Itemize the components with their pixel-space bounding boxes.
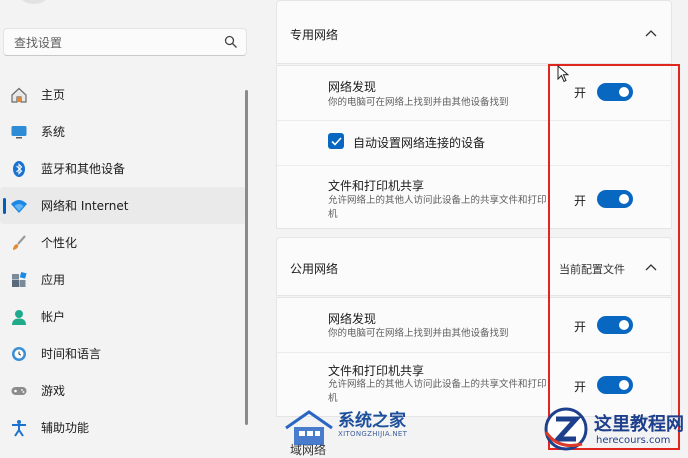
toggle-state-label: 开	[574, 380, 587, 394]
setting-desc: 你的电脑可在网络上找到并由其他设备找到	[328, 97, 509, 108]
system-icon	[9, 122, 29, 142]
avatar[interactable]	[14, 0, 54, 4]
nav-item-label: 主页	[41, 88, 66, 102]
watermark-brand: 系统之家	[338, 411, 406, 431]
auto-setup-checkbox[interactable]	[328, 133, 344, 149]
checkbox-label: 自动设置网络连接的设备	[353, 136, 486, 150]
nav-item-system[interactable]: 系统	[0, 113, 246, 150]
nav-item-time-language[interactable]: 时间和语言	[0, 335, 246, 372]
house-logo-icon	[285, 410, 333, 445]
nav-item-home[interactable]: 主页	[0, 76, 246, 113]
nav-item-label: 蓝牙和其他设备	[41, 162, 126, 176]
nav-item-label: 辅助功能	[41, 421, 90, 435]
watermark-url: herecours.com	[596, 435, 671, 446]
nav-item-label: 游戏	[41, 384, 66, 398]
nav-item-network[interactable]: 网络和 Internet	[0, 187, 246, 224]
account-icon	[9, 307, 29, 327]
nav-item-apps[interactable]: 应用	[0, 261, 246, 298]
divider	[277, 165, 673, 166]
setting-desc: 你的电脑可在网络上找到并由其他设备找到	[328, 328, 509, 339]
main-content: 专用网络 网络发现 你的电脑可在网络上找到并由其他设备找到 开 自动设置网络连接…	[276, 0, 688, 453]
search-box[interactable]	[3, 28, 247, 56]
accessibility-icon	[9, 418, 29, 438]
nav-item-gaming[interactable]: 游戏	[0, 372, 246, 409]
nav-item-bluetooth[interactable]: 蓝牙和其他设备	[0, 150, 246, 187]
apps-icon	[9, 270, 29, 290]
toggle-state-label: 开	[574, 86, 587, 100]
bluetooth-icon	[9, 159, 29, 179]
nav-item-label: 系统	[41, 125, 66, 139]
network-discovery-toggle[interactable]	[597, 83, 633, 101]
watermark-url: XITONGZHIJIA.NET	[338, 430, 408, 438]
clock-globe-icon	[9, 344, 29, 364]
search-icon[interactable]	[224, 35, 238, 49]
setting-title: 文件和打印机共享	[328, 364, 425, 378]
section-title: 公用网络	[290, 262, 339, 276]
nav-item-accessibility[interactable]: 辅助功能	[0, 409, 246, 446]
nav-item-accounts[interactable]: 帐户	[0, 298, 246, 335]
setting-title: 网络发现	[328, 312, 377, 326]
sidebar: 主页 系统 蓝牙和其他设备 网络和 Internet 个性化	[0, 0, 260, 453]
public-network-body: 网络发现 你的电脑可在网络上找到并由其他设备找到 开 文件和打印机共享 允许网络…	[276, 297, 673, 417]
setting-title: 网络发现	[328, 80, 377, 94]
search-input[interactable]	[12, 33, 216, 53]
current-profile-label: 当前配置文件	[559, 263, 625, 276]
file-printer-sharing-toggle[interactable]	[597, 190, 633, 208]
chevron-up-icon[interactable]	[645, 29, 657, 37]
nav-item-label: 时间和语言	[41, 347, 102, 361]
divider	[277, 352, 673, 353]
z-logo-icon	[544, 407, 588, 451]
watermark-herecours: 这里教程网 herecours.com	[540, 405, 688, 453]
watermark-xitongzhijia: 系统之家 XITONGZHIJIA.NET	[282, 404, 417, 450]
nav-item-label: 网络和 Internet	[41, 199, 129, 213]
gamepad-icon	[9, 381, 29, 401]
sidebar-scrollbar[interactable]	[245, 90, 248, 425]
mouse-cursor-icon	[557, 65, 569, 83]
nav-item-personalization[interactable]: 个性化	[0, 224, 246, 261]
watermark-brand: 这里教程网	[594, 414, 684, 435]
nav-item-label: 应用	[41, 273, 66, 287]
nav-item-label: 帐户	[41, 310, 66, 324]
brush-icon	[9, 233, 29, 253]
divider	[277, 120, 673, 121]
checkmark-icon	[330, 136, 342, 146]
toggle-state-label: 开	[574, 320, 587, 334]
network-discovery-toggle[interactable]	[597, 316, 633, 334]
setting-desc: 允许网络上的其他人访问此设备上的共享文件和打印机	[328, 379, 547, 404]
home-icon	[9, 85, 29, 105]
setting-title: 文件和打印机共享	[328, 179, 425, 193]
nav-list: 主页 系统 蓝牙和其他设备 网络和 Internet 个性化 应用 帐户 时间和…	[0, 76, 246, 446]
private-network-body: 网络发现 你的电脑可在网络上找到并由其他设备找到 开 自动设置网络连接的设备 文…	[276, 65, 673, 229]
public-network-header[interactable]: 公用网络 当前配置文件	[276, 237, 672, 296]
chevron-up-icon[interactable]	[645, 263, 657, 271]
file-printer-sharing-toggle[interactable]	[597, 376, 633, 394]
wifi-icon	[9, 196, 29, 216]
nav-item-label: 个性化	[41, 236, 78, 250]
private-network-header[interactable]: 专用网络	[276, 0, 672, 64]
setting-desc: 允许网络上的其他人访问此设备上的共享文件和打印机	[328, 195, 547, 220]
section-title: 专用网络	[290, 28, 339, 42]
toggle-state-label: 开	[574, 194, 587, 208]
